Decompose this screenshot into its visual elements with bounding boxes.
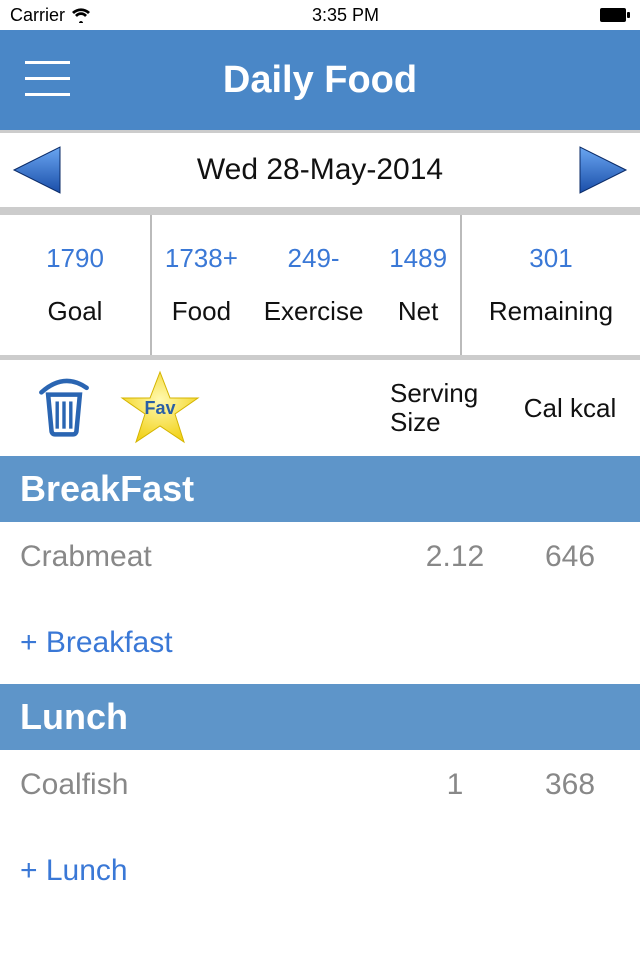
stat-exercise: 249- Exercise [264,243,364,327]
food-name: Coalfish [20,768,390,802]
wifi-icon [71,7,91,23]
food-item[interactable]: Crabmeat 2.12 646 [0,522,640,592]
stats-row: 1790 Goal 1738+ Food 249- Exercise 1489 … [0,210,640,360]
section-breakfast: BreakFast [0,456,640,522]
add-lunch-button[interactable]: + Lunch [0,820,640,912]
trash-icon [30,372,98,440]
status-right [600,8,630,22]
status-bar: Carrier 3:35 PM [0,0,640,30]
add-breakfast-button[interactable]: + Breakfast [0,592,640,684]
stat-food-label: Food [172,296,231,327]
food-name: Crabmeat [20,540,390,574]
stat-remaining-value: 301 [529,243,572,274]
stat-goal: 1790 Goal [0,215,150,355]
date-label: Wed 28-May-2014 [197,153,443,187]
stat-net: 1489 Net [389,243,447,327]
stat-net-label: Net [398,296,438,327]
date-row: Wed 28-May-2014 [0,130,640,210]
stat-goal-value: 1790 [46,243,104,274]
food-cal: 646 [520,540,620,574]
stat-exercise-label: Exercise [264,296,364,327]
fav-label: Fav [120,398,200,419]
stat-food: 1738+ Food [165,243,238,327]
section-lunch: Lunch [0,684,640,750]
stat-exercise-value: 249- [288,243,340,274]
food-item[interactable]: Coalfish 1 368 [0,750,640,820]
column-serving-label: Serving Size [390,379,520,436]
trash-button[interactable] [30,372,120,445]
menu-icon[interactable] [25,61,70,99]
column-cal-label: Cal kcal [520,394,620,423]
food-serving: 2.12 [390,540,520,574]
page-title: Daily Food [223,59,417,102]
prev-day-button[interactable] [12,145,62,195]
food-serving: 1 [390,768,520,802]
food-cal: 368 [520,768,620,802]
stat-food-value: 1738+ [165,243,238,274]
stat-remaining-label: Remaining [489,296,613,327]
carrier-label: Carrier [10,5,65,26]
stat-goal-label: Goal [48,296,103,327]
favorite-button[interactable]: Fav [120,370,240,446]
clock-label: 3:35 PM [312,5,379,26]
stat-mid: 1738+ Food 249- Exercise 1489 Net [150,215,460,355]
nav-bar: Daily Food [0,30,640,130]
stat-remaining: 301 Remaining [460,215,640,355]
stat-net-value: 1489 [389,243,447,274]
header-row: Fav Serving Size Cal kcal [0,360,640,456]
next-day-button[interactable] [578,145,628,195]
battery-icon [600,8,630,22]
status-left: Carrier [10,5,91,26]
